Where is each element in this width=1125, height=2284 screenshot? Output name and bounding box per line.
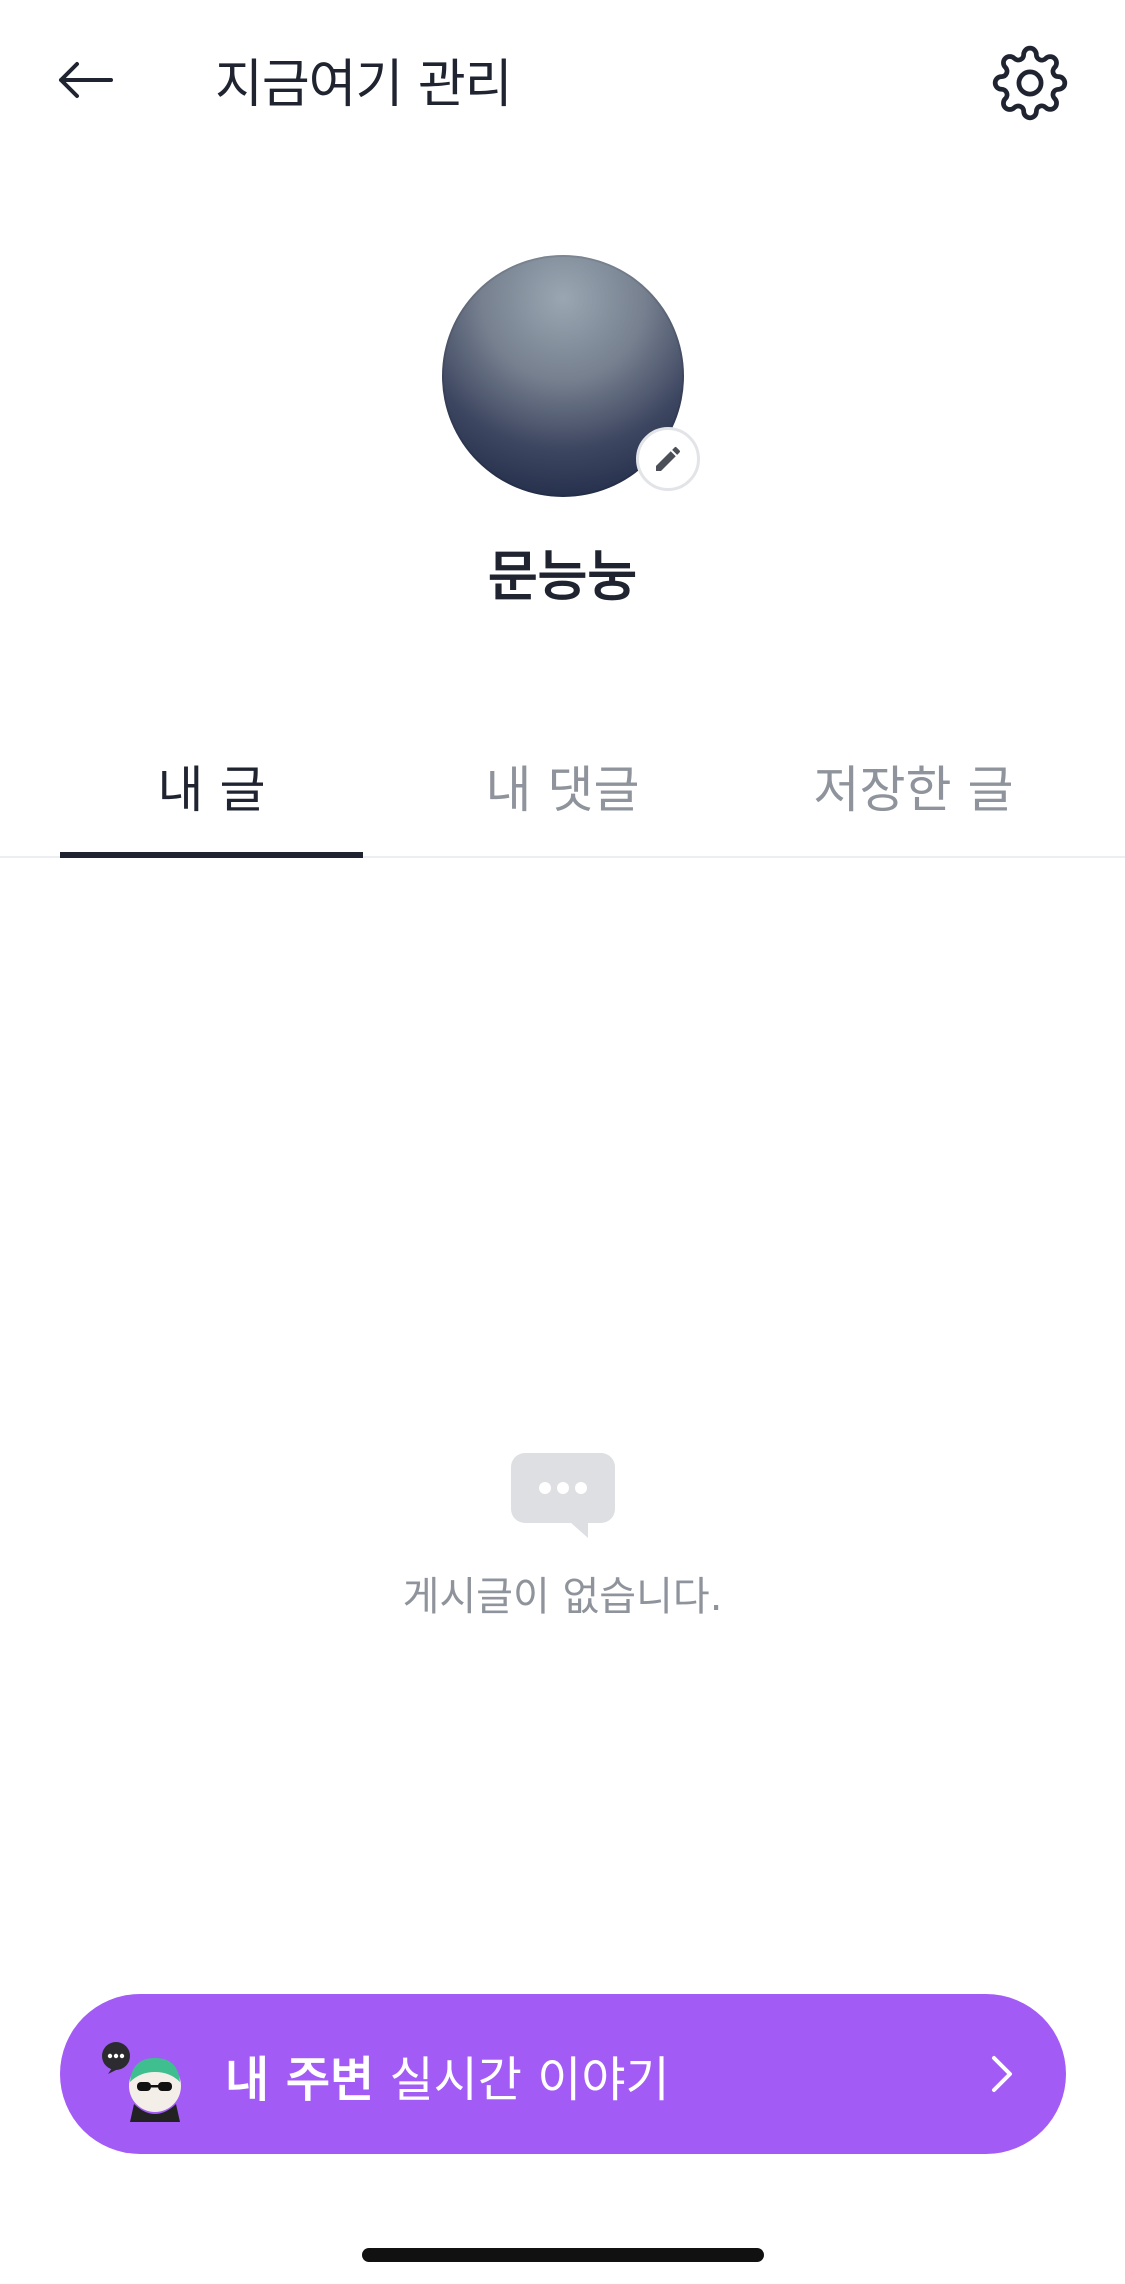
header: 지금여기 관리 [0, 0, 1125, 160]
character-avatar-icon [102, 2042, 181, 2122]
empty-message: 게시글이 없습니다. [402, 1574, 723, 1620]
cta-regular-label: 실시간 이야기 [389, 2052, 670, 2108]
nearby-live-talk-button[interactable]: 내 주변 실시간 이야기 [60, 1994, 1066, 2154]
tab-label: 내 댓글 [485, 761, 640, 819]
tab-my-comments[interactable]: 내 댓글 [411, 750, 714, 856]
tab-label: 저장한 글 [813, 761, 1014, 819]
tab-label: 내 글 [157, 761, 266, 819]
tab-saved-posts[interactable]: 저장한 글 [762, 750, 1065, 856]
tab-my-posts[interactable]: 내 글 [60, 750, 363, 856]
chevron-right-icon [992, 2056, 1012, 2092]
profile-avatar-container [442, 255, 700, 497]
cta-label: 내 주변 실시간 이야기 [225, 2040, 670, 2110]
page-title: 지금여기 관리 [215, 55, 513, 115]
settings-button[interactable] [985, 38, 1075, 128]
empty-state: 게시글이 없습니다. [0, 1450, 1125, 1622]
username: 문능눙 [487, 545, 638, 608]
back-button[interactable] [40, 40, 130, 120]
chat-bubble-icon [510, 1453, 615, 1538]
cta-bold-label: 내 주변 [225, 2052, 375, 2108]
tab-active-indicator [60, 852, 363, 858]
edit-profile-button[interactable] [636, 427, 700, 491]
home-indicator [362, 2248, 764, 2262]
gear-icon [992, 45, 1068, 121]
arrow-left-icon [59, 62, 113, 98]
tab-bar: 내 글 내 댓글 저장한 글 [0, 720, 1125, 858]
pencil-icon [656, 446, 681, 471]
